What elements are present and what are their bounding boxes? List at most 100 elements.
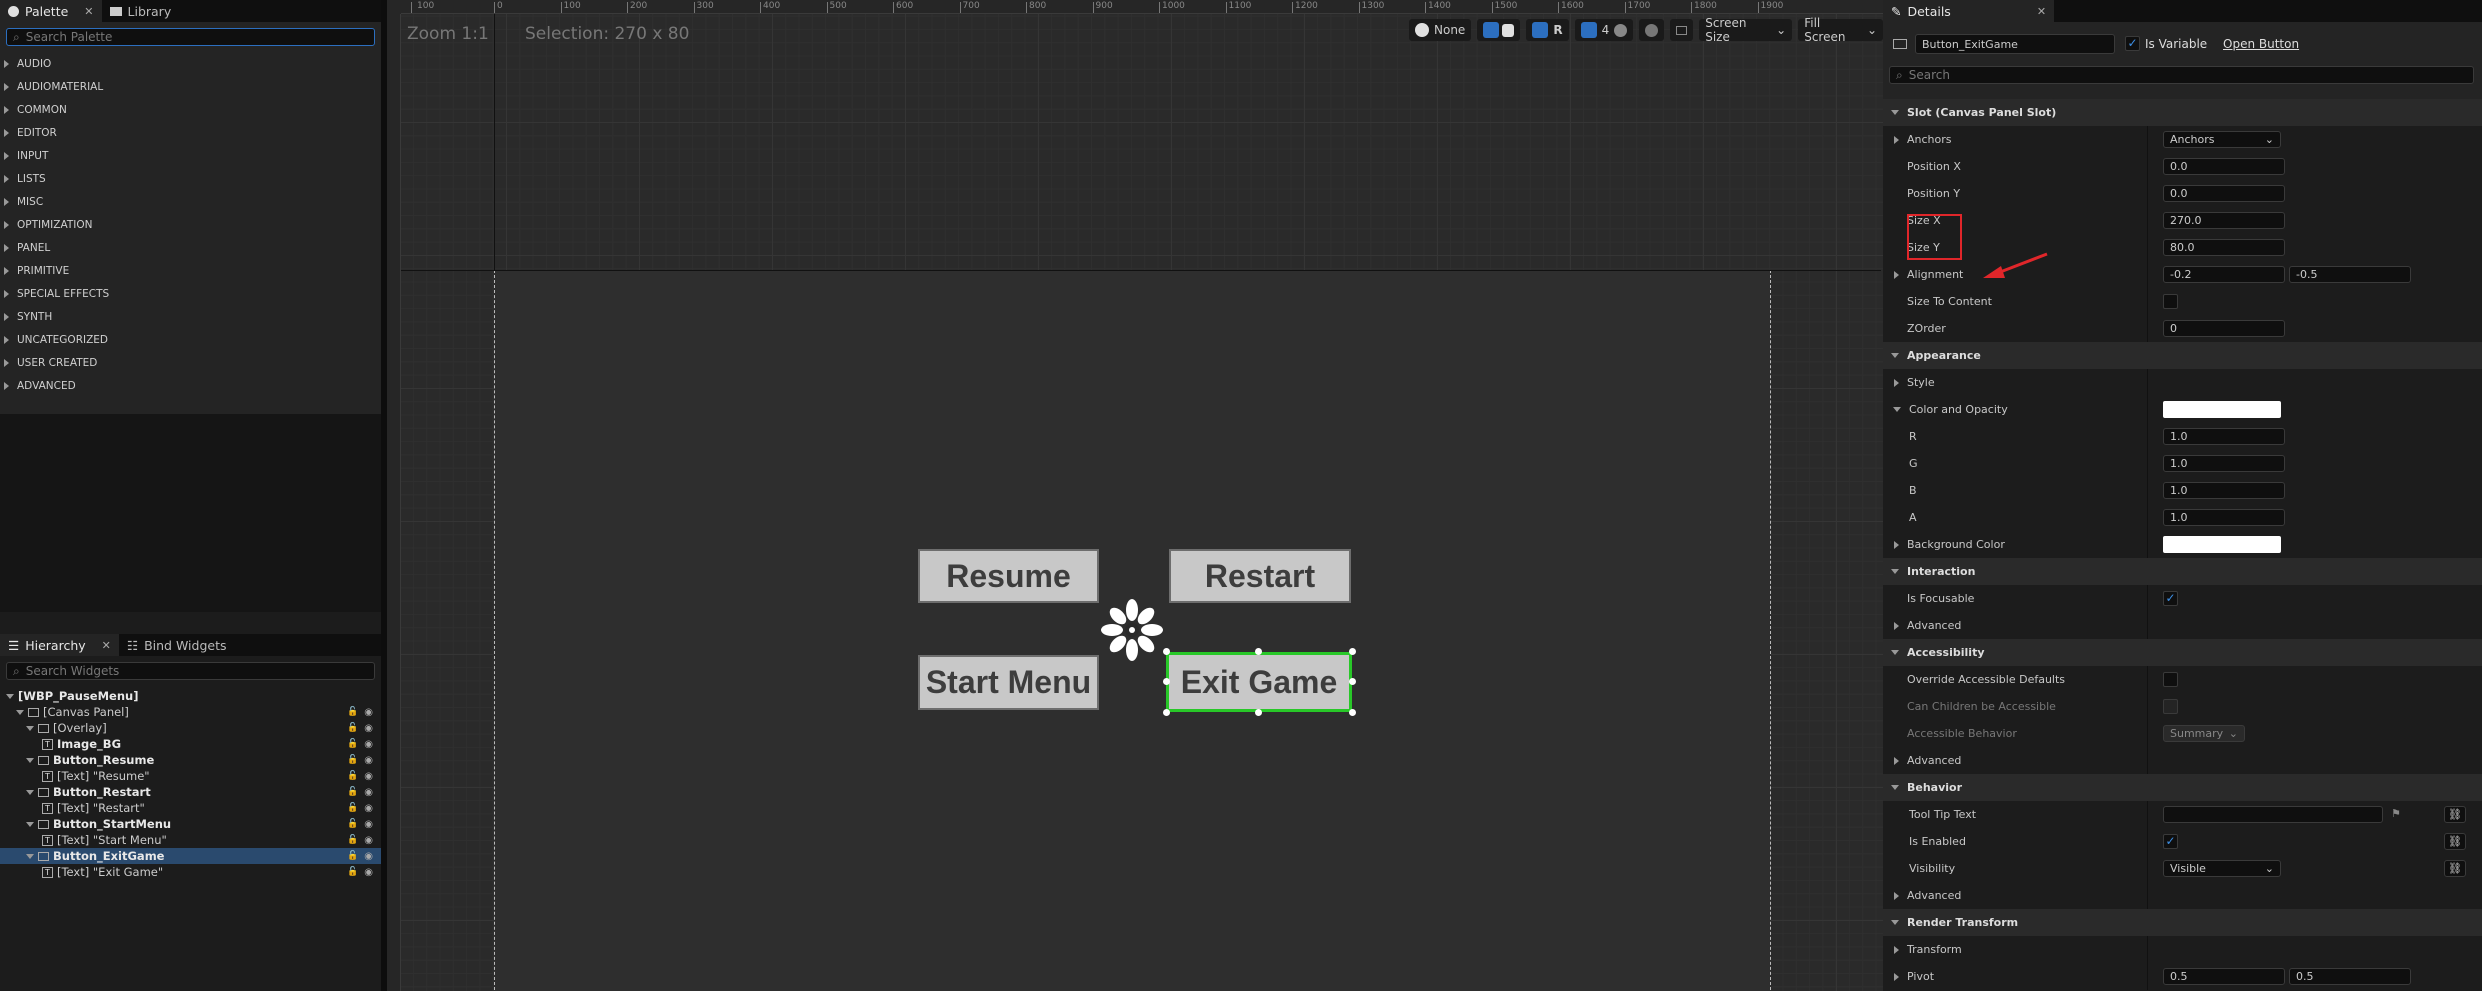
palette-category[interactable]: OPTIMIZATION [0, 213, 381, 236]
palette-category[interactable]: PRIMITIVE [0, 259, 381, 282]
hierarchy-item[interactable]: T [Text] "Resume" 🔓 ◉ [0, 768, 381, 784]
details-property-row[interactable]: Style [1883, 369, 2482, 396]
open-button-link[interactable]: Open Button [2223, 37, 2299, 51]
hierarchy-item[interactable]: T [Text] "Start Menu" 🔓 ◉ [0, 832, 381, 848]
tab-hierarchy[interactable]: ☰ Hierarchy ✕ [0, 634, 119, 656]
details-property-row[interactable]: Position Y 0.0 [1883, 180, 2482, 207]
resize-handle[interactable] [1163, 648, 1170, 655]
hierarchy-item[interactable]: Button_StartMenu 🔓 ◉ [0, 816, 381, 832]
hierarchy-item[interactable]: [WBP_PauseMenu] [0, 688, 381, 704]
eye-icon[interactable]: ◉ [364, 723, 373, 734]
property-checkbox[interactable] [2163, 672, 2178, 687]
fill-screen-dropdown[interactable]: Fill Screen ⌄ [1798, 16, 1883, 44]
palette-category[interactable]: SYNTH [0, 305, 381, 328]
numeric-input[interactable]: 0.0 [2163, 185, 2285, 202]
lock-icon[interactable]: 🔓 [347, 851, 358, 862]
color-swatch[interactable] [2163, 536, 2281, 553]
close-icon[interactable]: ✕ [102, 639, 111, 652]
property-checkbox[interactable] [2163, 699, 2178, 714]
eye-icon[interactable]: ◉ [364, 867, 373, 878]
collapse-arrow-icon[interactable] [26, 853, 34, 859]
dropdown-select[interactable]: Summary ⌄ [2163, 725, 2245, 742]
details-property-row[interactable]: A 1.0 [1883, 504, 2482, 531]
details-property-row[interactable]: Is Focusable ✓ [1883, 585, 2482, 612]
details-property-row[interactable]: Size X 270.0 [1883, 207, 2482, 234]
eye-icon[interactable]: ◉ [364, 755, 373, 766]
localization-preview-button[interactable]: None [1409, 19, 1472, 41]
palette-category[interactable]: COMMON [0, 98, 381, 121]
details-property-row[interactable]: Tool Tip Text ⚑ ⛓ [1883, 801, 2482, 828]
details-property-row[interactable]: Transform [1883, 936, 2482, 963]
details-section-header[interactable]: Appearance [1883, 342, 2482, 369]
tab-details[interactable]: ✎ Details ✕ [1883, 0, 2055, 22]
property-checkbox[interactable] [2163, 294, 2178, 309]
details-section-header[interactable]: Slot (Canvas Panel Slot) [1883, 99, 2482, 126]
transform-mode-toggle[interactable]: R [1526, 19, 1569, 41]
eye-icon[interactable]: ◉ [364, 819, 373, 830]
collapse-arrow-icon[interactable] [6, 693, 14, 699]
lock-icon[interactable]: 🔓 [347, 787, 358, 798]
details-section-header[interactable]: Accessibility [1883, 639, 2482, 666]
respect-locks-toggle[interactable] [1477, 19, 1521, 41]
palette-category[interactable]: INPUT [0, 144, 381, 167]
details-property-row[interactable]: Pivot 0.5 0.5 [1883, 963, 2482, 990]
property-checkbox[interactable]: ✓ [2163, 591, 2178, 606]
details-property-row[interactable]: Size Y 80.0 [1883, 234, 2482, 261]
lock-icon[interactable]: 🔓 [347, 739, 358, 750]
designer-viewport[interactable]: 100 0 100 200 300 400 500 600 700 800 900 1000 1100 1… [387, 0, 1883, 991]
palette-category[interactable]: AUDIO [0, 52, 381, 75]
palette-category[interactable]: EDITOR [0, 121, 381, 144]
collapse-arrow-icon[interactable] [26, 757, 34, 763]
details-property-row[interactable]: Position X 0.0 [1883, 153, 2482, 180]
flag-icon[interactable]: ⚑ [2391, 807, 2401, 820]
details-property-row[interactable]: ZOrder 0 [1883, 315, 2482, 342]
button-resume[interactable]: Resume [918, 549, 1099, 603]
numeric-input[interactable]: 0.5 [2163, 968, 2285, 985]
resize-handle[interactable] [1163, 709, 1170, 716]
property-checkbox[interactable]: ✓ [2163, 834, 2178, 849]
screen-size-dropdown[interactable]: Screen Size ⌄ [1699, 16, 1793, 44]
palette-category[interactable]: LISTS [0, 167, 381, 190]
tab-bind-widgets[interactable]: ☷ Bind Widgets [119, 634, 235, 656]
tab-library[interactable]: Library [102, 0, 180, 22]
details-property-row[interactable]: Is Enabled ✓ ⛓ [1883, 828, 2482, 855]
grid-snap-toggle[interactable]: 4 [1574, 19, 1634, 41]
eye-icon[interactable]: ◉ [364, 835, 373, 846]
eye-icon[interactable]: ◉ [364, 851, 373, 862]
lock-icon[interactable]: 🔓 [347, 835, 358, 846]
tooltip-text-input[interactable] [2163, 806, 2383, 823]
numeric-input[interactable]: 1.0 [2163, 428, 2285, 445]
details-property-row[interactable]: Alignment -0.2 -0.5 [1883, 261, 2482, 288]
details-property-row[interactable]: Can Children be Accessible [1883, 693, 2482, 720]
close-icon[interactable]: ✕ [84, 5, 93, 18]
eye-icon[interactable]: ◉ [364, 707, 373, 718]
palette-category[interactable]: SPECIAL EFFECTS [0, 282, 381, 305]
collapse-arrow-icon[interactable] [26, 821, 34, 827]
palette-category[interactable]: PANEL [0, 236, 381, 259]
numeric-input[interactable]: 1.0 [2163, 482, 2285, 499]
resize-handle[interactable] [1349, 648, 1356, 655]
resize-handle[interactable] [1349, 678, 1356, 685]
numeric-input[interactable]: 0 [2163, 320, 2285, 337]
lock-icon[interactable]: 🔓 [347, 819, 358, 830]
hierarchy-item[interactable]: T [Text] "Exit Game" 🔓 ◉ [0, 864, 381, 880]
hierarchy-item[interactable]: T Image_BG 🔓 ◉ [0, 736, 381, 752]
hierarchy-search-input[interactable]: ⌕ Search Widgets [6, 662, 375, 680]
dropdown-select[interactable]: Visible ⌄ [2163, 860, 2281, 877]
details-property-row[interactable]: Advanced [1883, 882, 2482, 909]
binding-link-icon[interactable]: ⛓ [2444, 860, 2466, 877]
lock-icon[interactable]: 🔓 [347, 867, 358, 878]
numeric-input[interactable]: 0.0 [2163, 158, 2285, 175]
details-property-row[interactable]: B 1.0 [1883, 477, 2482, 504]
resize-handle[interactable] [1349, 709, 1356, 716]
close-icon[interactable]: ✕ [2037, 5, 2046, 18]
hierarchy-item[interactable]: Button_Restart 🔓 ◉ [0, 784, 381, 800]
details-property-row[interactable]: Background Color [1883, 531, 2482, 558]
palette-category[interactable]: USER CREATED [0, 351, 381, 374]
details-property-row[interactable]: R 1.0 [1883, 423, 2482, 450]
lock-icon[interactable]: 🔓 [347, 755, 358, 766]
dropdown-select[interactable]: Anchors ⌄ [2163, 131, 2281, 148]
lock-icon[interactable]: 🔓 [347, 771, 358, 782]
button-restart[interactable]: Restart [1169, 549, 1351, 603]
palette-search-input[interactable]: ⌕ Search Palette [6, 28, 375, 46]
